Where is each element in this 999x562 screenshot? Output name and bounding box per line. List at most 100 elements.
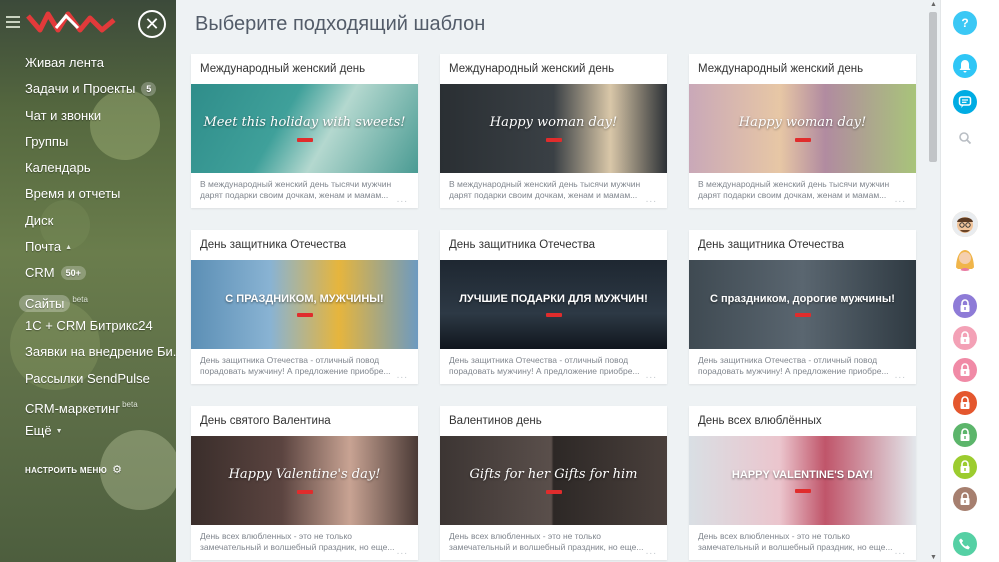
main-scrollbar[interactable]: ▲ ▼: [927, 0, 940, 562]
preview-banner-text: Gifts for her Gifts for him: [469, 467, 638, 482]
preview-overlay: С ПРАЗДНИКОМ, МУЖЧИНЫ!: [191, 260, 418, 349]
preview-cta-button: [545, 312, 562, 317]
template-description: День защитника Отечества - отличный пово…: [449, 355, 640, 376]
template-card[interactable]: День святого Валентина Happy Valentine's …: [191, 406, 418, 560]
locked-app-button[interactable]: [953, 423, 977, 447]
menu-item[interactable]: Группы: [0, 129, 176, 155]
preview-cta-button: [296, 490, 313, 494]
scroll-up-arrow-icon[interactable]: ▲: [930, 1, 937, 8]
locked-app-button[interactable]: [953, 487, 977, 511]
menu-item[interactable]: Сайты beta: [0, 287, 176, 313]
locked-app-button[interactable]: [953, 294, 977, 318]
more-icon[interactable]: ...: [895, 546, 906, 557]
close-menu-button[interactable]: ✕: [138, 10, 166, 38]
menu-item-label: Календарь: [25, 160, 91, 176]
expand-arrow-icon: ▲: [65, 244, 73, 252]
more-icon[interactable]: ...: [646, 370, 657, 381]
more-icon[interactable]: ...: [397, 194, 408, 205]
template-preview-image[interactable]: Gifts for her Gifts for him: [440, 436, 667, 525]
more-icon[interactable]: ...: [895, 194, 906, 205]
more-icon[interactable]: ...: [646, 194, 657, 205]
menu-item-label: Ещё: [25, 423, 52, 439]
preview-cta-button: [794, 138, 811, 142]
lock-icon: [960, 299, 970, 312]
template-card[interactable]: Международный женский день Happy woman da…: [689, 54, 916, 208]
template-preview-image[interactable]: С праздником, дорогие мужчины!: [689, 260, 916, 349]
left-menu: ✕ Живая лента Задачи и Проекты 5 Чат и звон…: [0, 0, 176, 562]
template-preview-image[interactable]: С ПРАЗДНИКОМ, МУЖЧИНЫ!: [191, 260, 418, 349]
template-title: День защитника Отечества: [200, 239, 347, 251]
template-card[interactable]: День защитника Отечества ЛУЧШИЕ ПОДАРКИ Д…: [440, 230, 667, 384]
locked-app-button[interactable]: [953, 358, 977, 382]
template-preview-image[interactable]: Happy woman day!: [440, 84, 667, 173]
locked-app-button[interactable]: [953, 455, 977, 479]
template-title: День святого Валентина: [200, 415, 331, 427]
configure-menu-link[interactable]: НАСТРОИТЬ МЕНЮ ⚙: [25, 463, 122, 476]
template-card[interactable]: Международный женский день Happy woman da…: [440, 54, 667, 208]
preview-overlay: Happy woman day!: [440, 84, 667, 173]
menu-toggle-icon[interactable]: [6, 16, 20, 28]
menu-item[interactable]: Диск: [0, 208, 176, 234]
template-card[interactable]: День всех влюблённых HAPPY VALENTINE'S DA…: [689, 406, 916, 560]
menu-item[interactable]: Рассылки SendPulse: [0, 366, 176, 392]
more-icon[interactable]: ...: [895, 370, 906, 381]
template-description: День защитника Отечества - отличный пово…: [200, 355, 391, 376]
menu-item[interactable]: Календарь: [0, 155, 176, 181]
template-preview-image[interactable]: Happy Valentine's day!: [191, 436, 418, 525]
menu-item[interactable]: Задачи и Проекты 5: [0, 76, 176, 102]
preview-overlay: ЛУЧШИЕ ПОДАРКИ ДЛЯ МУЖЧИН!: [440, 260, 667, 349]
menu-item[interactable]: Заявки на внедрение Би...: [0, 339, 176, 365]
template-preview-image[interactable]: Happy woman day!: [689, 84, 916, 173]
gear-icon: ⚙: [112, 464, 123, 476]
counter-badge: 5: [141, 82, 157, 97]
notifications-button[interactable]: [953, 54, 977, 78]
lock-icon: [960, 363, 970, 376]
template-card[interactable]: День защитника Отечества С праздником, до…: [689, 230, 916, 384]
template-preview-image[interactable]: ЛУЧШИЕ ПОДАРКИ ДЛЯ МУЖЧИН!: [440, 260, 667, 349]
help-button[interactable]: ?: [953, 11, 977, 35]
template-description: День всех влюбленных - это не только зам…: [200, 531, 395, 552]
menu-item[interactable]: Почта ▲: [0, 234, 176, 260]
preview-banner-text: ЛУЧШИЕ ПОДАРКИ ДЛЯ МУЖЧИН!: [459, 292, 648, 305]
template-description: День всех влюбленных - это не только зам…: [698, 531, 893, 552]
preview-cta-button: [545, 490, 562, 494]
messenger-button[interactable]: [953, 90, 977, 114]
template-title: Международный женский день: [449, 63, 615, 75]
menu-item[interactable]: 1С + CRM Битрикс24: [0, 313, 176, 339]
menu-item[interactable]: CRM-маркетинг beta: [0, 392, 176, 418]
counter-badge: 50+: [60, 266, 86, 281]
call-button[interactable]: [953, 532, 977, 556]
menu-item-label: Сайты: [19, 294, 71, 312]
more-icon[interactable]: ...: [397, 546, 408, 557]
lock-icon: [960, 460, 970, 473]
scroll-down-arrow-icon[interactable]: ▼: [930, 554, 937, 561]
menu-item-label: Рассылки SendPulse: [25, 370, 150, 386]
locked-app-button[interactable]: [953, 391, 977, 415]
more-icon[interactable]: ...: [646, 546, 657, 557]
preview-banner-text: Happy Valentine's day!: [228, 467, 381, 482]
company-logo: [26, 11, 116, 33]
menu-item[interactable]: Ещё ▼: [0, 418, 176, 444]
template-description: День защитника Отечества - отличный пово…: [698, 355, 889, 376]
template-card[interactable]: День защитника Отечества С ПРАЗДНИКОМ, МУ…: [191, 230, 418, 384]
menu-item[interactable]: Живая лента: [0, 50, 176, 76]
preview-overlay: Happy Valentine's day!: [191, 436, 418, 525]
user-avatar[interactable]: [952, 245, 978, 271]
menu-item[interactable]: CRM 50+: [0, 260, 176, 286]
template-card[interactable]: Международный женский день Meet this holi…: [191, 54, 418, 208]
expand-arrow-icon: ▼: [55, 428, 63, 436]
menu-item-label: Время и отчеты: [25, 186, 121, 202]
preview-banner-text: HAPPY VALENTINE'S DAY!: [731, 468, 874, 481]
user-avatar[interactable]: [952, 211, 978, 237]
template-preview-image[interactable]: Meet this holiday with sweets!: [191, 84, 418, 173]
more-icon[interactable]: ...: [397, 370, 408, 381]
lock-icon: [960, 331, 970, 344]
template-card[interactable]: Валентинов день Gifts for her Gifts for h…: [440, 406, 667, 560]
scrollbar-thumb[interactable]: [929, 12, 937, 162]
template-preview-image[interactable]: HAPPY VALENTINE'S DAY!: [689, 436, 916, 525]
menu-item[interactable]: Время и отчеты: [0, 181, 176, 207]
locked-app-button[interactable]: [953, 326, 977, 350]
menu-item[interactable]: Чат и звонки: [0, 103, 176, 129]
search-button[interactable]: [953, 126, 977, 150]
search-icon: [959, 132, 972, 145]
